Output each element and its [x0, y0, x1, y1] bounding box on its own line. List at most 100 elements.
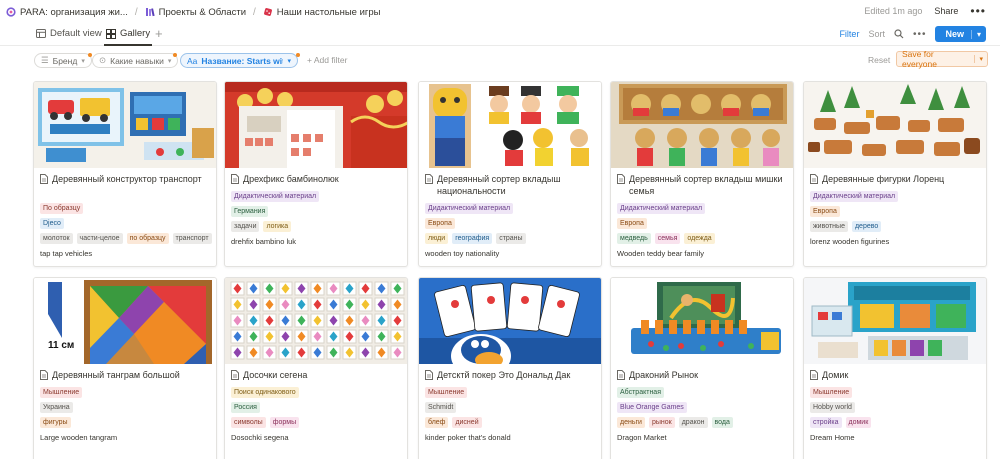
card-cover-image [611, 82, 793, 168]
card-cover-image [419, 278, 601, 364]
search-icon[interactable] [894, 29, 904, 39]
tag: география [452, 233, 493, 244]
page-icon [617, 174, 625, 184]
tag: Мышление [810, 387, 853, 398]
property-row: Дидактический материал [617, 203, 790, 214]
card-title-text: Дрехфикс бамбинолюк [243, 174, 339, 184]
breadcrumb-item-games[interactable]: Наши настольные игры [263, 7, 380, 18]
chevron-down-icon: ▾ [287, 57, 291, 65]
card-cover-image [804, 82, 986, 168]
page-icon [40, 370, 48, 380]
tag: молоток [40, 233, 73, 244]
tag: Schmidt [425, 402, 457, 413]
tag: Дидактический материал [810, 191, 899, 202]
card-title: Деревянный конструктор транспорт [40, 173, 212, 185]
breadcrumb-item-projects[interactable]: Проекты & Области [145, 7, 246, 18]
tag: одежда [684, 233, 715, 244]
sort-button[interactable]: Sort [868, 29, 885, 39]
card-title-text: Деревянный танграм большой [52, 370, 180, 380]
property-row: символы формы [231, 417, 404, 428]
dice-icon [263, 8, 272, 16]
top-bar: PARA: организация жи... / Проекты & Обла… [0, 0, 1000, 24]
tag: Мышление [40, 387, 83, 398]
cover-caption: 11 см [48, 340, 75, 351]
tab-default-view[interactable]: Default view [36, 28, 102, 39]
property-row: Европа [810, 206, 983, 217]
card-title-text: Детсктй покер Это Дональд Дак [437, 370, 571, 380]
page-icon [617, 370, 625, 380]
card-title-text: Деревянный конструктор транспорт [52, 174, 202, 184]
tag: Дидактический материал [617, 203, 706, 214]
card-cover-image [804, 278, 986, 364]
gallery-card[interactable]: Детсктй покер Это Дональд Дак Мышление Sch… [418, 277, 602, 459]
tag: вода [711, 417, 733, 428]
card-cover-image [225, 82, 407, 168]
chevron-down-icon[interactable]: ▾ [970, 29, 986, 39]
gallery-card[interactable]: Досочки сегена Поиск одинакового Россия сим… [224, 277, 408, 459]
property-row: Schmidt [425, 402, 598, 413]
filter-active-dot [173, 53, 177, 57]
tab-gallery[interactable]: Gallery [106, 28, 150, 39]
gallery-card[interactable]: Драконий Рынок Абстрактная Blue Orange Gam… [610, 277, 794, 459]
tag: транспорт [172, 233, 212, 244]
add-filter-button[interactable]: + Add filter [307, 55, 347, 65]
gallery-card[interactable]: Деревянный конструктор транспорт По образ… [33, 81, 217, 267]
property-row: животные дерево [810, 221, 983, 232]
gallery-card[interactable]: Деревянные фигурки Лоренц Дидактический м… [803, 81, 987, 267]
page-icon [810, 370, 818, 380]
gallery-card[interactable]: Дрехфикс бамбинолюк Дидактический материа… [224, 81, 408, 267]
property-row: Европа [617, 218, 790, 229]
add-view-button[interactable]: + [155, 26, 163, 41]
tag: формы [269, 417, 300, 428]
chevron-down-icon: ▾ [81, 57, 85, 65]
property-row: По образцу [40, 203, 213, 214]
card-cover-image [34, 278, 216, 364]
tag: Дидактический материал [231, 191, 320, 202]
property-row: Дидактический материал [810, 191, 983, 202]
property-row: деньги рынок дракон вода [617, 417, 790, 428]
card-properties: Мышление Hobby world стройка домик Dream Hom… [810, 387, 983, 443]
card-note: kinder poker that's donald [425, 433, 511, 442]
chevron-down-icon[interactable]: ▾ [974, 55, 987, 63]
chevron-down-icon: ▾ [167, 57, 172, 65]
tag: Россия [231, 402, 260, 413]
card-title-text: Деревянные фигурки Лоренц [822, 174, 945, 184]
tag: логика [263, 221, 292, 232]
tag: фигуры [40, 417, 71, 428]
new-button[interactable]: New ▾ [935, 26, 986, 42]
card-title: Деревянный танграм большой [40, 369, 212, 381]
reset-button[interactable]: Reset [868, 55, 890, 65]
more-menu-icon[interactable]: ••• [970, 5, 986, 17]
page-icon [425, 174, 433, 184]
filter-chip-brand[interactable]: ☰ Бренд ▾ [34, 53, 92, 68]
property-row: молоток части-целое по образцу транспорт [40, 233, 213, 244]
property-row: Дидактический материал [231, 191, 404, 202]
more-options-icon[interactable]: ••• [913, 29, 927, 40]
card-title: Домик [810, 369, 982, 381]
view-tabs: Default view Gallery + Filter Sort ••• N… [0, 24, 1000, 46]
share-button[interactable]: Share [934, 6, 958, 16]
card-note: tap tap vehicles [40, 249, 93, 258]
gallery-card[interactable]: Деревянный сортер вкладыш национальности… [418, 81, 602, 267]
card-note: Dream Home [810, 433, 855, 442]
gallery-card[interactable]: 11 см Деревянный танграм большой Мышление У… [33, 277, 217, 459]
breadcrumb-item-para[interactable]: PARA: организация жи... [6, 7, 128, 18]
tag: люди [425, 233, 449, 244]
gallery-card[interactable]: Домик Мышление Hobby world стройка домик Drea… [803, 277, 987, 459]
multiselect-icon: ⊙ [99, 55, 107, 65]
save-for-everyone-button[interactable]: Save for everyone ▾ [896, 49, 988, 69]
tag: Европа [425, 218, 455, 229]
page-icon [231, 174, 239, 184]
tag: Мышление [425, 387, 468, 398]
card-title: Деревянный сортер вкладыш национальности [425, 173, 597, 197]
para-logo-icon [6, 7, 16, 17]
property-row: Djeco [40, 218, 213, 229]
gallery-card[interactable]: Деревянный сортер вкладыш мишки семья Дид… [610, 81, 794, 267]
filter-button[interactable]: Filter [839, 29, 859, 39]
filter-chip-name[interactable]: Aa Название: Starts with Д ▾ [180, 53, 298, 68]
tag: части-целое [76, 233, 123, 244]
books-icon [145, 8, 155, 17]
tag: Djeco [40, 218, 64, 229]
breadcrumb-separator: / [134, 6, 138, 18]
filter-chip-skills[interactable]: ⊙ Какие навыки ▾ [92, 53, 179, 68]
